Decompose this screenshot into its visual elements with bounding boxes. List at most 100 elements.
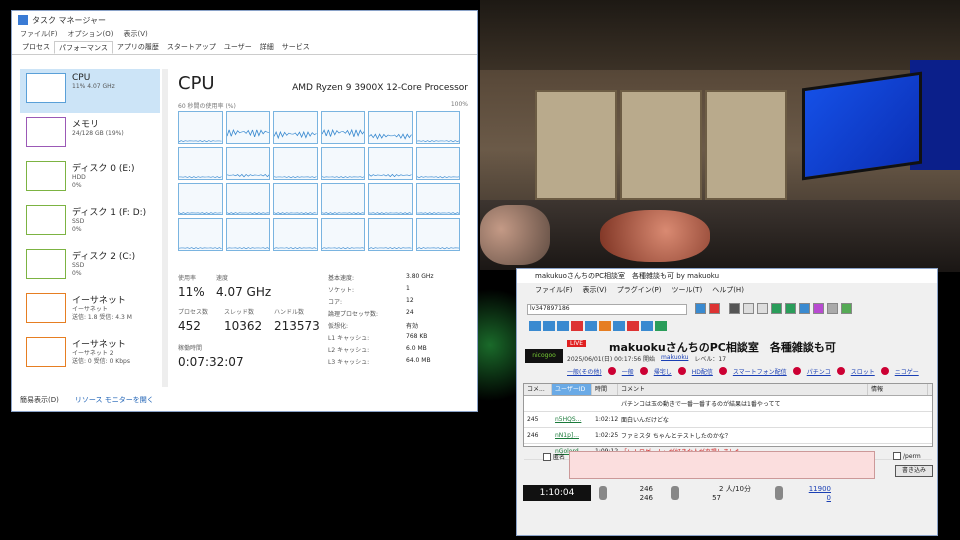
tag[interactable]: パチンコ — [807, 367, 831, 376]
title-bar[interactable]: タスク マネージャー — [12, 11, 477, 29]
anon-checkbox[interactable] — [543, 452, 551, 461]
tag-remove-icon[interactable] — [607, 367, 616, 375]
comment-userid[interactable]: n5HQS... — [552, 416, 592, 423]
tag[interactable]: スロット — [851, 367, 875, 376]
col-no[interactable]: コメ... — [524, 384, 552, 395]
tag[interactable]: スマートフォン配信 — [733, 367, 787, 376]
tool-icon[interactable] — [771, 303, 782, 314]
tab-app-history[interactable]: アプリの履歴 — [113, 41, 163, 54]
col-info[interactable]: 情報 — [868, 384, 928, 395]
spec-value: 12 — [406, 297, 414, 304]
point-link-2[interactable]: 0 — [801, 494, 831, 503]
sidebar-scrollbar[interactable] — [162, 69, 168, 387]
menu-help[interactable]: ヘルプ(H) — [712, 285, 744, 295]
perm-toggle[interactable]: /perm — [893, 452, 921, 460]
viewer-icon — [671, 486, 679, 500]
sidebar-item-ethernet2[interactable]: イーサネット イーサネット 2 送信: 0 受信: 0 Kbps — [20, 333, 160, 377]
col-time[interactable]: 時間 — [592, 384, 618, 395]
plugin-icon[interactable] — [557, 321, 569, 331]
plugin-icons — [529, 321, 667, 331]
anon-toggle[interactable]: 匿名 — [543, 452, 565, 461]
sidebar-item-cpu[interactable]: CPU 11% 4.07 GHz — [20, 69, 160, 113]
tag[interactable]: 帰宅し — [654, 367, 672, 376]
table-row[interactable]: パチンコは玉の動きで一番一番するのが結果は1番やってて — [524, 396, 932, 412]
tab-startup[interactable]: スタートアップ — [163, 41, 220, 54]
live-id-input[interactable]: lv347897186 — [527, 304, 687, 315]
tag-remove-icon[interactable] — [880, 367, 889, 375]
connect-icon[interactable] — [695, 303, 706, 314]
sidebar-item-value: イーサネット 2 — [72, 350, 114, 357]
tab-services[interactable]: サービス — [278, 41, 314, 54]
tool-icon[interactable] — [785, 303, 796, 314]
disk-sparkline — [26, 205, 66, 235]
plugin-icon[interactable] — [543, 321, 555, 331]
owner-link[interactable]: makuoku — [661, 354, 688, 363]
tool-icon[interactable] — [799, 303, 810, 314]
tag[interactable]: ニコゲー — [895, 367, 919, 376]
point-link[interactable]: 11900 — [801, 485, 831, 494]
tag-remove-icon[interactable] — [836, 367, 845, 375]
sidebar-item-memory[interactable]: メモリ 24/128 GB (19%) — [20, 113, 160, 157]
col-comment[interactable]: コメント — [618, 384, 868, 395]
plugin-icon[interactable] — [655, 321, 667, 331]
perm-checkbox[interactable] — [893, 452, 901, 460]
tag[interactable]: HD配信 — [692, 367, 713, 376]
plugin-icon[interactable] — [599, 321, 611, 331]
tab-processes[interactable]: プロセス — [18, 41, 54, 54]
menu-plugin[interactable]: プラグイン(P) — [617, 285, 662, 295]
plugin-icon[interactable] — [571, 321, 583, 331]
plugin-icon[interactable] — [529, 321, 541, 331]
tool-icon[interactable] — [757, 303, 768, 314]
plugin-icon[interactable] — [641, 321, 653, 331]
tab-details[interactable]: 詳細 — [256, 41, 278, 54]
record-icon[interactable] — [709, 303, 720, 314]
nl-title-bar[interactable]: makukuoさんちのPC相談室 各種雑談も可 by makuoku — [517, 269, 937, 283]
sidebar-item-value: 11% 4.07 GHz — [72, 83, 115, 90]
core-graph — [415, 146, 460, 180]
send-button[interactable]: 書き込み — [895, 465, 933, 477]
core-graph — [368, 111, 413, 144]
core-graph — [320, 218, 365, 251]
menu-options[interactable]: オプション(O) — [68, 29, 114, 41]
tag[interactable]: 一般(その他) — [567, 367, 602, 376]
menu-tools[interactable]: ツール(T) — [671, 285, 702, 295]
menu-file[interactable]: ファイル(F) — [20, 29, 58, 41]
tag-remove-icon[interactable] — [792, 367, 801, 375]
core-graph — [320, 182, 365, 216]
tag-remove-icon[interactable] — [639, 367, 648, 375]
tool-icon[interactable] — [841, 303, 852, 314]
core-graph — [225, 182, 270, 216]
tool-icon[interactable] — [813, 303, 824, 314]
tag-remove-icon[interactable] — [677, 367, 686, 375]
tag-remove-icon[interactable] — [718, 367, 727, 375]
tab-users[interactable]: ユーザー — [220, 41, 256, 54]
tag[interactable]: 一般 — [622, 367, 634, 376]
tab-performance[interactable]: パフォーマンス — [54, 41, 113, 54]
table-row[interactable]: 246 nN1p]... 1:02:25 ファミスタ ちゃんとテストしたのかな？ — [524, 428, 932, 444]
comment-userid[interactable]: nN1p]... — [552, 432, 592, 439]
tool-icon[interactable] — [827, 303, 838, 314]
resource-monitor-link[interactable]: リソース モニターを開く — [75, 395, 154, 405]
nicolive-window: makukuoさんちのPC相談室 各種雑談も可 by makuoku ファイル(… — [516, 268, 938, 536]
comment-input[interactable] — [569, 451, 875, 479]
sidebar-item-label: ディスク 2 (C:) — [72, 252, 136, 262]
tool-icon[interactable] — [743, 303, 754, 314]
plugin-icon[interactable] — [613, 321, 625, 331]
plugin-icon[interactable] — [585, 321, 597, 331]
simple-view-button[interactable]: 簡易表示(D) — [20, 395, 59, 405]
core-graph — [368, 218, 413, 251]
menu-view[interactable]: 表示(V) — [123, 29, 147, 41]
sidebar-item-value: 0% — [72, 226, 82, 233]
sidebar-item-value: 0% — [72, 182, 82, 189]
comment-text: パチンコは玉の動きで一番一番するのが結果は1番やってて — [621, 401, 781, 408]
menu-file[interactable]: ファイル(F) — [535, 285, 573, 295]
col-userid[interactable]: ユーザーID — [552, 384, 592, 395]
sidebar-item-ethernet[interactable]: イーサネット イーサネット 送信: 1.8 受信: 4.3 M — [20, 289, 160, 333]
sidebar-item-disk1[interactable]: ディスク 1 (F: D:) SSD 0% — [20, 201, 160, 245]
sidebar-item-disk0[interactable]: ディスク 0 (E:) HDD 0% — [20, 157, 160, 201]
tool-icon[interactable] — [729, 303, 740, 314]
sidebar-item-disk2[interactable]: ディスク 2 (C:) SSD 0% — [20, 245, 160, 289]
menu-view[interactable]: 表示(V) — [583, 285, 607, 295]
table-row[interactable]: 245 n5HQS... 1:02:12 面白いんだけどな — [524, 412, 932, 428]
plugin-icon[interactable] — [627, 321, 639, 331]
